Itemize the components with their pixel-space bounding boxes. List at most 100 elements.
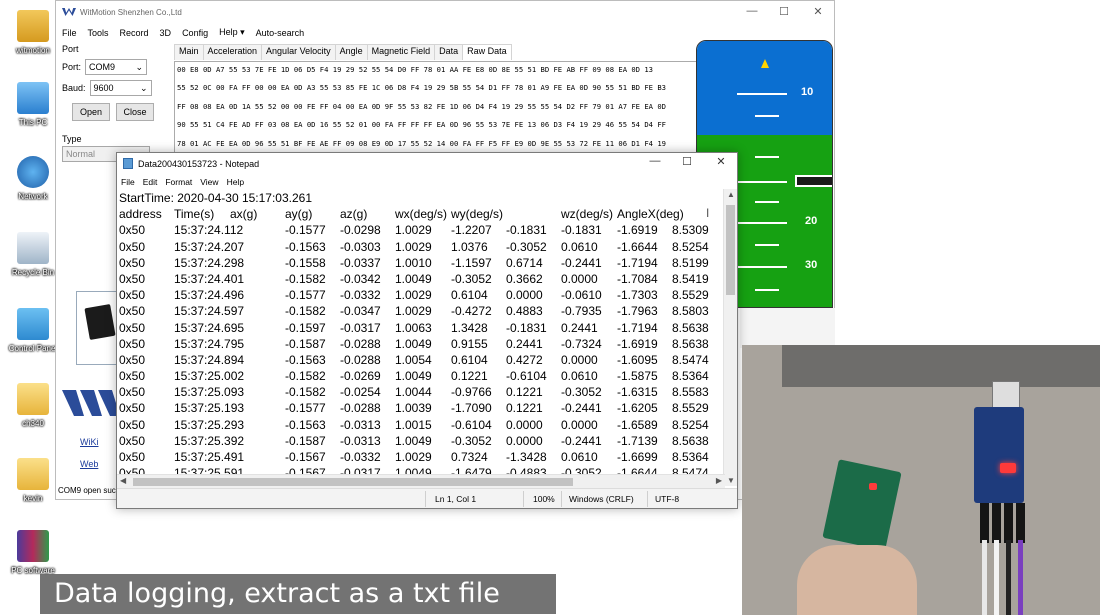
chevron-down-icon[interactable]: ▼ xyxy=(727,476,735,485)
desktop-icon-witmotion[interactable]: witmotion xyxy=(6,10,60,55)
pitch-line xyxy=(755,201,779,203)
menu-help[interactable]: Help xyxy=(227,177,244,187)
desktop-icon-ch340[interactable]: ch340 xyxy=(6,383,60,428)
menu-config[interactable]: Config xyxy=(182,28,208,38)
wiki-link[interactable]: WiKi xyxy=(80,437,99,447)
vertical-scroll-thumb[interactable] xyxy=(726,205,735,295)
desktop-icon-network[interactable]: Network xyxy=(6,156,60,201)
menu-tools[interactable]: Tools xyxy=(88,28,109,38)
tab-data[interactable]: Data xyxy=(434,44,464,60)
attitude-lower-panel xyxy=(740,308,835,348)
desktop-icon-recycle-bin[interactable]: Recycle Bin xyxy=(6,232,60,277)
notepad-text-area[interactable]: StartTime: 2020-04-30 15:17:03.261 addre… xyxy=(119,190,723,488)
menu-format[interactable]: Format xyxy=(165,177,192,187)
desktop-icon-control-panel[interactable]: Control Panel xyxy=(6,308,60,353)
raw-line: FF 08 08 EA 0D 1A 55 52 00 00 FE FF 04 0… xyxy=(177,101,666,111)
raw-data-text[interactable]: 00 E8 0D A7 55 53 7E FE 1D 06 D5 F4 19 2… xyxy=(174,61,744,161)
open-button[interactable]: Open xyxy=(72,103,110,121)
col-wz: wz(deg/s) xyxy=(561,207,614,222)
cell-anglex: -1.6644 xyxy=(617,239,658,254)
desktop-icon-pc-software[interactable]: PC software xyxy=(6,530,60,575)
cell-ax: -0.1582 xyxy=(285,385,326,400)
port-value: COM9 xyxy=(89,62,116,72)
tab-acceleration[interactable]: Acceleration xyxy=(202,44,263,60)
chevron-down-icon: ⌄ xyxy=(139,82,148,93)
tab-angular-velocity[interactable]: Angular Velocity xyxy=(261,44,336,60)
cell-wy: 0.2441 xyxy=(506,336,543,351)
maximize-icon[interactable]: ☐ xyxy=(774,5,794,18)
cell-anglex: -1.5875 xyxy=(617,369,658,384)
baud-select[interactable]: 9600 ⌄ xyxy=(89,80,152,96)
caption-text: Data logging, extract as a txt file xyxy=(54,578,500,609)
vertical-scrollbar[interactable]: ▲ ▼ xyxy=(723,189,737,486)
cell-time: 15:37:24.894 xyxy=(174,352,245,367)
close-icon[interactable]: ✕ xyxy=(711,155,731,168)
cell-wz: -0.0610 xyxy=(561,288,602,303)
witmotion-logo-icon xyxy=(62,8,76,16)
menu-help[interactable]: Help ▾ xyxy=(219,27,245,38)
tab-magnetic-field[interactable]: Magnetic Field xyxy=(366,44,436,60)
horizontal-scrollbar[interactable]: ◀ ▶ xyxy=(117,474,725,488)
cell-wy: -1.3428 xyxy=(506,450,547,464)
pitch-line xyxy=(737,266,787,268)
notepad-title: Data200430153723 - Notepad xyxy=(138,158,260,169)
horizontal-scroll-thumb[interactable] xyxy=(133,478,573,486)
cell-wz: 0.0000 xyxy=(561,271,598,286)
cell-ax: -0.1563 xyxy=(285,417,326,432)
menu-file[interactable]: File xyxy=(121,177,135,187)
cell-wz: -0.1831 xyxy=(561,223,602,238)
minimize-icon[interactable]: — xyxy=(742,5,762,17)
desktop-icon-label: witmotion xyxy=(16,46,50,55)
cell-time: 15:37:24.112 xyxy=(174,223,244,238)
data-row: 0x50 15:37:24.298 -0.1558 -0.0337 1.0010 -1.1… xyxy=(119,255,723,271)
cell-ax: -0.1582 xyxy=(285,304,326,319)
tab-raw-data[interactable]: Raw Data xyxy=(462,44,512,60)
cell-address: 0x50 xyxy=(119,304,146,319)
cell-angley: 8.5474 xyxy=(672,352,709,367)
cell-az: 1.0054 xyxy=(395,352,432,367)
wire-image xyxy=(1006,540,1011,615)
menu-edit[interactable]: Edit xyxy=(143,177,158,187)
cell-wy: -0.6104 xyxy=(506,369,547,384)
chevron-right-icon[interactable]: ▶ xyxy=(716,476,722,485)
port-select[interactable]: COM9 ⌄ xyxy=(85,59,148,75)
cell-az: 1.0049 xyxy=(395,433,432,448)
notepad-title-bar: Data200430153723 - Notepad — ☐ ✕ xyxy=(117,153,737,174)
user-folder-icon xyxy=(17,10,49,42)
data-row: 0x50 15:37:25.193 -0.1577 -0.0288 1.0039 -1.7… xyxy=(119,400,723,416)
cell-ax: -0.1582 xyxy=(285,369,326,384)
tab-angle[interactable]: Angle xyxy=(334,44,368,60)
cell-anglex: -1.7963 xyxy=(617,304,658,319)
desktop-icon-label: ch340 xyxy=(22,419,44,428)
minimize-icon[interactable]: — xyxy=(645,155,665,167)
cell-wy: 0.0000 xyxy=(506,433,543,448)
cell-time: 15:37:24.496 xyxy=(174,288,245,303)
menu-file[interactable]: File xyxy=(62,28,77,38)
menu-record[interactable]: Record xyxy=(120,28,149,38)
cell-wx: -1.7090 xyxy=(451,401,492,416)
menu-view[interactable]: View xyxy=(200,177,218,187)
chevron-up-icon[interactable]: ▲ xyxy=(727,190,735,199)
menu-3d[interactable]: 3D xyxy=(160,28,172,38)
laptop-edge-image xyxy=(782,345,1100,387)
close-icon[interactable]: ✕ xyxy=(808,5,828,18)
web-link[interactable]: Web xyxy=(80,459,99,469)
cell-anglex: -1.6095 xyxy=(617,352,658,367)
desktop-icon-this-pc[interactable]: This PC xyxy=(6,82,60,127)
chevron-left-icon[interactable]: ◀ xyxy=(120,476,126,485)
cell-angley: 8.5364 xyxy=(672,369,709,384)
data-row: 0x50 15:37:24.894 -0.1563 -0.0288 1.0054 0.61… xyxy=(119,352,723,368)
menu-auto-search[interactable]: Auto-search xyxy=(256,28,305,38)
cell-wy: -0.1831 xyxy=(506,320,547,335)
data-row: 0x50 15:37:24.401 -0.1582 -0.0342 1.0049 -0.3… xyxy=(119,271,723,287)
notepad-menu-bar: File Edit Format View Help xyxy=(117,174,737,189)
close-button[interactable]: Close xyxy=(116,103,154,121)
cell-wx: 0.9155 xyxy=(451,336,488,351)
cell-ay: -0.0288 xyxy=(340,401,381,416)
maximize-icon[interactable]: ☐ xyxy=(677,155,697,168)
cell-time: 15:37:25.491 xyxy=(174,450,245,464)
desktop-icon-kevin[interactable]: kevin xyxy=(6,458,60,503)
tab-main[interactable]: Main xyxy=(174,44,204,60)
data-row: 0x50 15:37:24.207 -0.1563 -0.0303 1.0029 1.03… xyxy=(119,239,723,255)
cell-az: 1.0049 xyxy=(395,271,432,286)
